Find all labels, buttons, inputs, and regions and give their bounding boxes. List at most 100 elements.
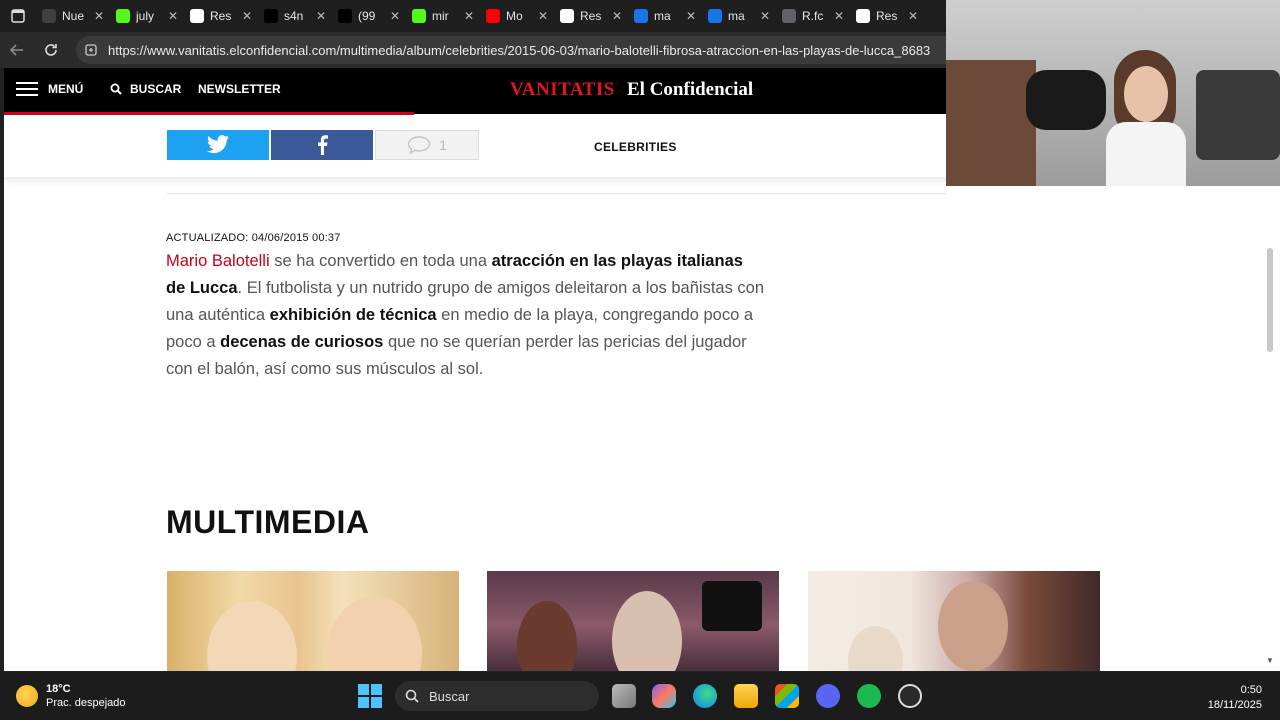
- mario-balotelli-link[interactable]: Mario Balotelli: [166, 252, 270, 270]
- reload-button[interactable]: [34, 32, 68, 68]
- section-link[interactable]: CELEBRITIES: [594, 140, 677, 154]
- browser-tab[interactable]: Res ✕: [184, 3, 258, 29]
- browser-tab[interactable]: Mo ✕: [480, 3, 554, 29]
- browser-tab[interactable]: (99 ✕: [332, 3, 406, 29]
- copilot-icon[interactable]: [652, 684, 676, 708]
- start-button[interactable]: [358, 684, 382, 708]
- back-button[interactable]: [0, 32, 34, 68]
- updated-timestamp: ACTUALIZADO: 04/06/2015 00:37: [166, 232, 341, 244]
- browser-tab[interactable]: Res ✕: [554, 3, 628, 29]
- multimedia-thumbnail-1[interactable]: [167, 571, 459, 671]
- tab-label: Nue: [62, 9, 85, 23]
- file-explorer-icon[interactable]: [734, 684, 758, 708]
- search-icon: [634, 9, 648, 23]
- store-icon[interactable]: [775, 684, 799, 708]
- scroll-down-icon[interactable]: ▼: [1266, 656, 1274, 665]
- tab-label: Res: [210, 9, 232, 23]
- tab-label: july: [136, 9, 155, 23]
- divider: [167, 193, 947, 194]
- clock-time: 0:50: [1240, 684, 1262, 696]
- k-app-icon: [412, 9, 426, 23]
- menu-label: MENÚ: [48, 82, 84, 96]
- globe-icon: [782, 9, 796, 23]
- task-view-icon[interactable]: [612, 684, 636, 708]
- twitter-icon: [207, 135, 229, 154]
- tab-label: (99: [358, 9, 376, 23]
- scrollbar-thumb[interactable]: [1267, 248, 1273, 352]
- lead-text-1: se ha convertido en toda una: [269, 252, 492, 270]
- multimedia-thumbnail-3[interactable]: [808, 571, 1100, 671]
- close-icon[interactable]: ✕: [168, 9, 178, 23]
- k-app-icon: [116, 9, 130, 23]
- facebook-share-button[interactable]: [271, 130, 373, 160]
- tab-label: s4n: [284, 9, 304, 23]
- weather-temp: 18°C: [46, 683, 71, 695]
- comment-count: 1: [439, 137, 447, 153]
- tiktok-icon: [338, 9, 352, 23]
- close-icon[interactable]: ✕: [834, 9, 844, 23]
- x-icon: [264, 9, 278, 23]
- close-icon[interactable]: ✕: [390, 9, 400, 23]
- weather-widget[interactable]: 18°C Prac. despejado: [16, 682, 126, 710]
- menu-button[interactable]: MENÚ: [16, 82, 83, 96]
- multimedia-heading: MULTIMEDIA: [166, 504, 370, 540]
- close-icon[interactable]: ✕: [464, 9, 474, 23]
- windows-taskbar: 18°C Prac. despejado Buscar 0:50 18/11/2…: [0, 672, 1280, 720]
- close-icon[interactable]: ✕: [612, 9, 622, 23]
- tab-label: Res: [876, 9, 898, 23]
- browser-tab[interactable]: s4n ✕: [258, 3, 332, 29]
- weather-condition: Prac. despejado: [46, 697, 126, 709]
- obs-icon[interactable]: [898, 684, 922, 708]
- tab-label: Res: [580, 9, 602, 23]
- facebook-icon: [318, 135, 328, 155]
- browser-tab[interactable]: mir ✕: [406, 3, 480, 29]
- browser-tab[interactable]: ma ✕: [702, 3, 776, 29]
- youtube-icon: [486, 9, 500, 23]
- tab-page-icon: [42, 9, 56, 23]
- newsletter-link[interactable]: NEWSLETTER: [198, 82, 281, 96]
- close-icon[interactable]: ✕: [908, 9, 918, 23]
- lead-bold-2: exhibición de técnica: [269, 306, 437, 324]
- close-icon[interactable]: ✕: [760, 9, 770, 23]
- search-icon: [708, 9, 722, 23]
- multimedia-thumbnail-2[interactable]: [487, 571, 779, 671]
- close-icon[interactable]: ✕: [686, 9, 696, 23]
- tab-label: R.fc: [802, 9, 824, 23]
- google-icon: [560, 9, 574, 23]
- google-icon: [190, 9, 204, 23]
- close-icon[interactable]: ✕: [316, 9, 326, 23]
- clock-date: 18/11/2025: [1207, 699, 1262, 711]
- search-icon: [405, 689, 419, 703]
- close-icon[interactable]: ✕: [242, 9, 252, 23]
- edge-icon[interactable]: [693, 684, 717, 708]
- taskbar-search-label: Buscar: [429, 688, 470, 704]
- search-button[interactable]: BUSCAR: [110, 82, 181, 96]
- close-icon[interactable]: ✕: [538, 9, 548, 23]
- tab-actions-icon[interactable]: [0, 0, 36, 32]
- browser-tab[interactable]: R.fc ✕: [776, 3, 850, 29]
- partly-sunny-icon: [16, 685, 38, 707]
- google-icon: [856, 9, 870, 23]
- spotify-icon[interactable]: [857, 684, 881, 708]
- close-icon[interactable]: ✕: [94, 9, 104, 23]
- tab-label: Mo: [506, 9, 523, 23]
- browser-tab[interactable]: Nue ✕: [36, 3, 110, 29]
- browser-tab[interactable]: ma ✕: [628, 3, 702, 29]
- el-confidencial-logo[interactable]: El Confidencial: [627, 79, 753, 101]
- webcam-overlay: [946, 0, 1280, 186]
- hamburger-icon: [16, 82, 38, 96]
- comments-button[interactable]: 1: [375, 130, 479, 160]
- taskbar-search[interactable]: Buscar: [395, 681, 599, 711]
- site-info-icon[interactable]: [84, 43, 98, 57]
- tab-label: ma: [728, 9, 745, 23]
- lead-bold-3: decenas de curiosos: [220, 333, 384, 351]
- twitter-share-button[interactable]: [167, 130, 269, 160]
- vanitatis-logo[interactable]: VANITATIS: [510, 79, 615, 101]
- article-lead: Mario Balotelli se ha convertido en toda…: [166, 248, 766, 383]
- comment-bubble-icon: [407, 136, 431, 154]
- browser-tab[interactable]: july ✕: [110, 3, 184, 29]
- url-text: https://www.vanitatis.elconfidencial.com…: [108, 42, 931, 58]
- system-clock[interactable]: 0:50 18/11/2025: [1208, 683, 1262, 713]
- discord-icon[interactable]: [816, 684, 840, 708]
- browser-tab[interactable]: Res ✕: [850, 3, 924, 29]
